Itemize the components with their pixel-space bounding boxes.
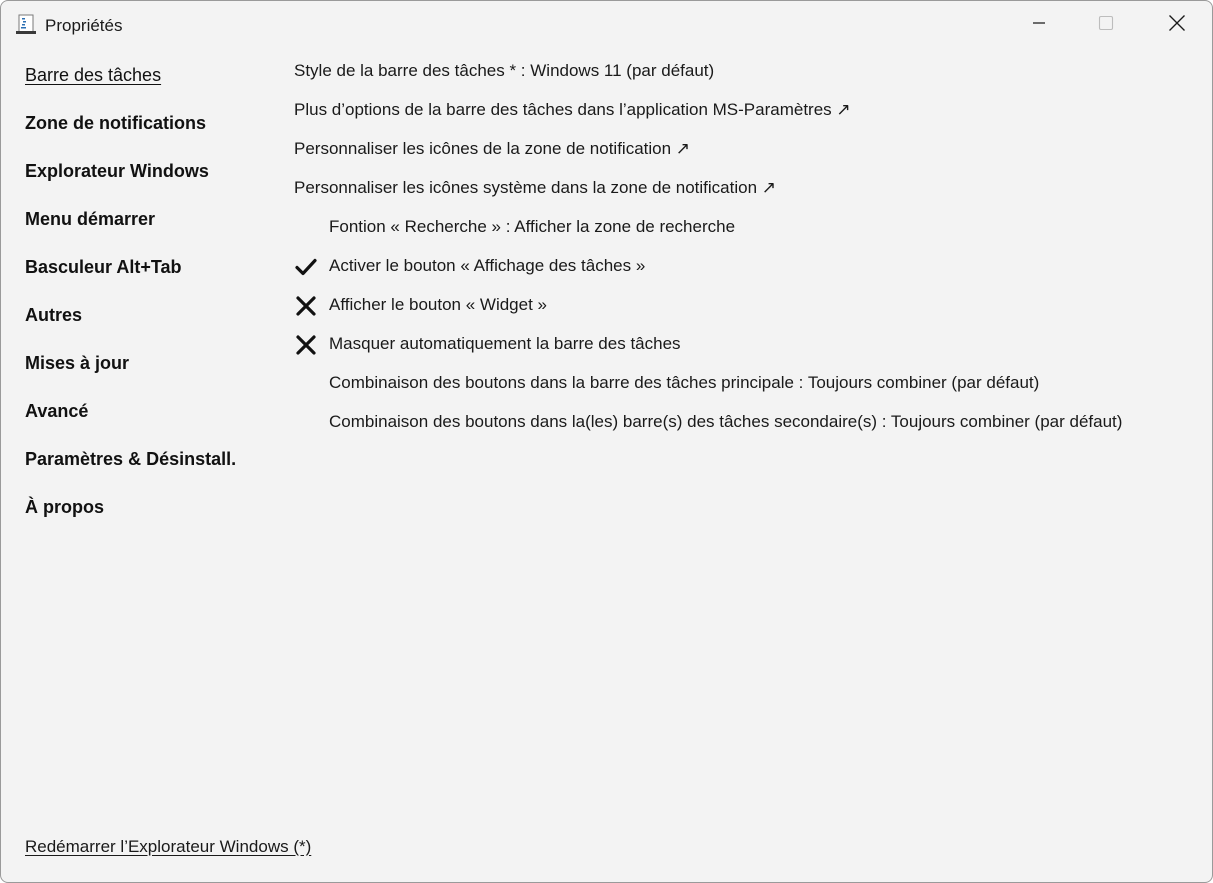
restart-explorer-link[interactable]: Redémarrer l’Explorateur Windows (*) <box>25 837 311 857</box>
sidebar-item-a-propos[interactable]: À propos <box>25 491 265 539</box>
setting-label: Masquer automatiquement la barre des tâc… <box>329 334 681 353</box>
sidebar-item-basculeur-alt-tab[interactable]: Basculeur Alt+Tab <box>25 251 265 299</box>
close-button[interactable] <box>1143 1 1211 45</box>
system-icons-link[interactable]: Personnaliser les icônes système dans la… <box>294 172 1194 211</box>
sidebar-item-label: Paramètres & Désinstall. <box>25 449 237 469</box>
sidebar-item-parametres-desinstall[interactable]: Paramètres & Désinstall. <box>25 443 265 491</box>
secondary-taskbar-combine-option[interactable]: Combinaison des boutons dans la(les) bar… <box>294 406 1194 445</box>
minimize-icon <box>1033 22 1045 24</box>
checkmark-icon <box>295 258 317 276</box>
cross-icon <box>296 335 316 355</box>
maximize-button[interactable] <box>1072 1 1140 45</box>
settings-panel: Style de la barre des tâches * : Windows… <box>294 55 1194 445</box>
sidebar-item-label: Zone de notifications <box>25 113 207 133</box>
setting-label: Style de la barre des tâches * : Windows… <box>294 61 715 80</box>
sidebar-item-label: Autres <box>25 305 83 325</box>
cross-icon <box>296 296 316 316</box>
search-function-option[interactable]: Fontion « Recherche » : Afficher la zone… <box>294 211 1194 250</box>
sidebar-item-label: Menu démarrer <box>25 209 156 229</box>
sidebar-item-label: Mises à jour <box>25 353 130 373</box>
notification-icons-link[interactable]: Personnaliser les icônes de la zone de n… <box>294 133 1194 172</box>
sidebar-item-label: Basculeur Alt+Tab <box>25 257 182 277</box>
sidebar-item-label: Explorateur Windows <box>25 161 209 181</box>
widget-button-toggle[interactable]: Afficher le bouton « Widget » <box>294 289 1194 328</box>
sidebar-item-avance[interactable]: Avancé <box>25 395 265 443</box>
setting-label: Combinaison des boutons dans la barre de… <box>329 373 1040 392</box>
setting-label: Activer le bouton « Affichage des tâches… <box>329 256 646 275</box>
setting-label: Afficher le bouton « Widget » <box>329 295 547 314</box>
sidebar-item-label: Avancé <box>25 401 89 421</box>
setting-label: Personnaliser les icônes de la zone de n… <box>294 139 691 158</box>
window-title: Propriétés <box>45 16 123 35</box>
taskbar-style-option[interactable]: Style de la barre des tâches * : Windows… <box>294 55 1194 94</box>
properties-window: Propriétés Barre des tâches Zone de noti… <box>0 0 1213 883</box>
app-icon <box>16 14 36 34</box>
setting-label: Plus d’options de la barre des tâches da… <box>294 100 851 119</box>
ms-settings-taskbar-link[interactable]: Plus d’options de la barre des tâches da… <box>294 94 1194 133</box>
sidebar-item-label: À propos <box>25 497 104 517</box>
sidebar-item-autres[interactable]: Autres <box>25 299 265 347</box>
sidebar-nav: Barre des tâches Zone de notifications E… <box>25 59 265 539</box>
auto-hide-taskbar-toggle[interactable]: Masquer automatiquement la barre des tâc… <box>294 328 1194 367</box>
setting-label: Personnaliser les icônes système dans la… <box>294 178 777 197</box>
sidebar-item-menu-demarrer[interactable]: Menu démarrer <box>25 203 265 251</box>
sidebar-item-explorateur-windows[interactable]: Explorateur Windows <box>25 155 265 203</box>
task-view-button-toggle[interactable]: Activer le bouton « Affichage des tâches… <box>294 250 1194 289</box>
close-icon <box>1169 15 1185 31</box>
maximize-icon <box>1098 15 1114 31</box>
primary-taskbar-combine-option[interactable]: Combinaison des boutons dans la barre de… <box>294 367 1194 406</box>
sidebar-item-zone-de-notifications[interactable]: Zone de notifications <box>25 107 265 155</box>
setting-label: Fontion « Recherche » : Afficher la zone… <box>329 217 736 236</box>
sidebar-item-label: Barre des tâches <box>25 65 162 85</box>
minimize-button[interactable] <box>1005 1 1073 45</box>
sidebar-item-mises-a-jour[interactable]: Mises à jour <box>25 347 265 395</box>
sidebar-item-barre-des-taches[interactable]: Barre des tâches <box>25 59 265 107</box>
setting-label: Combinaison des boutons dans la(les) bar… <box>329 412 1123 431</box>
title-bar[interactable]: Propriétés <box>1 1 1212 49</box>
